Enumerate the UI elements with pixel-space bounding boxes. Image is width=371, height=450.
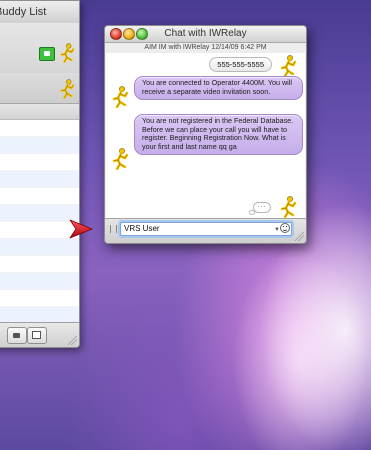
resize-grip-icon[interactable] bbox=[68, 336, 77, 345]
aim-running-man-icon bbox=[112, 86, 129, 108]
chat-session-header: AIM IM with IWRelay 12/14/09 6:42 PM bbox=[144, 44, 267, 51]
buddy-status-bar[interactable] bbox=[0, 73, 79, 104]
buddy-row[interactable] bbox=[0, 239, 79, 256]
buddy-list-titlebar[interactable]: Buddy List bbox=[0, 1, 79, 24]
aim-running-man-icon bbox=[280, 55, 297, 77]
new-window-button[interactable] bbox=[27, 327, 47, 344]
buddy-row[interactable] bbox=[0, 188, 79, 205]
chat-window: Chat with IWRelay AIM IM with IWRelay 12… bbox=[104, 25, 307, 244]
buddy-row[interactable] bbox=[0, 154, 79, 171]
buddy-row[interactable] bbox=[0, 120, 79, 137]
incoming-message: You are not registered in the Federal Da… bbox=[134, 114, 303, 156]
chat-title: Chat with IWRelay bbox=[164, 28, 247, 39]
buddy-row[interactable] bbox=[0, 171, 79, 188]
video-camera-icon[interactable] bbox=[39, 47, 55, 61]
buddy-list-toolbar bbox=[0, 23, 79, 74]
buddy-list-bottom-bar bbox=[0, 322, 79, 347]
message-input[interactable] bbox=[120, 222, 292, 236]
buddy-row[interactable] bbox=[0, 222, 79, 239]
format-handle-icon[interactable] bbox=[110, 225, 117, 233]
video-chat-button[interactable] bbox=[7, 327, 27, 344]
incoming-message: You are connected to Operator 4400M. You… bbox=[134, 76, 303, 101]
typing-indicator-icon bbox=[249, 199, 271, 215]
aim-running-man-icon bbox=[112, 148, 129, 170]
buddy-list-rows bbox=[0, 104, 79, 324]
buddy-list-window: Buddy List bbox=[0, 0, 80, 348]
buddy-row[interactable] bbox=[0, 256, 79, 273]
aim-running-man-icon[interactable] bbox=[59, 43, 75, 63]
buddy-row[interactable] bbox=[0, 290, 79, 307]
aim-running-man-icon bbox=[280, 196, 297, 218]
buddy-row[interactable] bbox=[0, 205, 79, 222]
aim-running-man-icon bbox=[60, 79, 75, 99]
chat-input-bar: ▼ bbox=[105, 218, 306, 243]
buddy-row[interactable] bbox=[0, 273, 79, 290]
resize-grip-icon[interactable] bbox=[295, 232, 304, 241]
outgoing-message: 555-555-5555 bbox=[209, 57, 272, 72]
chat-titlebar[interactable]: Chat with IWRelay bbox=[105, 26, 306, 43]
smiley-icon[interactable] bbox=[280, 223, 290, 233]
buddy-list-title: Buddy List bbox=[0, 6, 47, 18]
buddy-group-header[interactable] bbox=[0, 104, 79, 120]
buddy-row[interactable] bbox=[0, 137, 79, 154]
red-arrow-icon bbox=[69, 219, 93, 239]
chat-transcript: 555-555-5555 You are connected to Operat… bbox=[106, 53, 305, 218]
